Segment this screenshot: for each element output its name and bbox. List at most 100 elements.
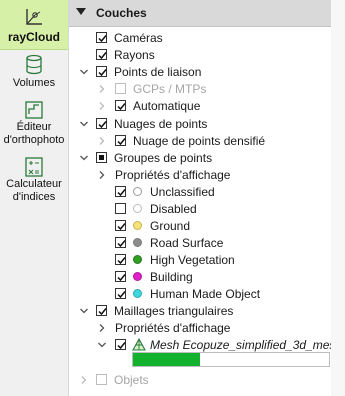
tree-item-label: Human Made Object <box>150 287 261 301</box>
checkbox-building[interactable] <box>115 271 126 282</box>
checkbox-automatic[interactable] <box>115 100 126 111</box>
tree-item-triangle-meshes[interactable]: Maillages triangulaires <box>69 303 331 320</box>
ortho-editor-label-line1: Éditeur <box>16 121 52 133</box>
partial-check-icon <box>99 155 104 160</box>
chevron-right-icon[interactable] <box>97 84 107 94</box>
tree-item-label: Disabled <box>150 202 197 216</box>
volumes-button[interactable]: Volumes <box>0 53 68 95</box>
check-icon <box>117 274 126 282</box>
mesh-icon <box>132 338 146 351</box>
checkbox-road-surface[interactable] <box>115 237 126 248</box>
check-icon <box>117 189 126 197</box>
tree-item-densified-cloud[interactable]: Nuage de points densifié <box>69 133 331 150</box>
color-swatch-unclassified <box>133 187 142 196</box>
checkbox-unclassified[interactable] <box>115 186 126 197</box>
chevron-right-icon[interactable] <box>97 323 107 333</box>
tree-item-label: Points de liaison <box>114 65 202 79</box>
checkbox-high-vegetation[interactable] <box>115 254 126 265</box>
checkbox-rays[interactable] <box>96 49 107 60</box>
tree-item-label: Groupes de points <box>114 151 213 165</box>
tree-item-label: Automatique <box>133 99 201 113</box>
chevron-right-icon[interactable] <box>97 101 107 111</box>
tree-item-label: Road Surface <box>150 236 224 250</box>
checkbox-point-clouds[interactable] <box>96 118 107 129</box>
tree-item-rays[interactable]: Rayons <box>69 47 331 64</box>
chevron-right-icon[interactable] <box>97 136 107 146</box>
volumes-icon <box>26 54 42 75</box>
layers-panel-header[interactable]: Couches <box>69 0 331 27</box>
checkbox-triangle-meshes[interactable] <box>96 305 107 316</box>
tree-item-point-groups[interactable]: Groupes de points <box>69 150 331 167</box>
tree-item-label: Building <box>150 270 193 284</box>
checkbox-densified-cloud[interactable] <box>115 135 126 146</box>
tree-item-label: Objets <box>114 373 149 387</box>
mesh-loading-progress-bar <box>132 352 330 367</box>
chevron-down-icon[interactable] <box>79 306 89 316</box>
tree-item-label: Propriétés d'affichage <box>115 321 231 335</box>
tree-item-label: Nuages de points <box>114 117 208 131</box>
color-swatch-high-vegetation <box>133 255 142 264</box>
raycloud-label: rayCloud <box>7 30 60 44</box>
raycloud-icon <box>26 9 42 25</box>
checkbox-mesh[interactable] <box>115 339 126 350</box>
tree-item-label: Caméras <box>114 31 163 45</box>
tree-item-disabled[interactable]: Disabled <box>69 201 331 218</box>
checkbox-human-made-object[interactable] <box>115 288 126 299</box>
checkbox-objects[interactable] <box>96 374 107 385</box>
raycloud-button[interactable]: rayCloud <box>0 0 68 50</box>
chevron-right-icon[interactable] <box>79 375 89 385</box>
ortho-editor-label-line2: d'orthophoto <box>3 134 65 146</box>
tree-item-label: Nuage de points densifié <box>133 134 266 148</box>
tree-item-building[interactable]: Building <box>69 269 331 286</box>
chevron-down-icon[interactable] <box>79 67 89 77</box>
tree-item-human-made-object[interactable]: Human Made Object <box>69 286 331 303</box>
tree-item-mesh-display-properties[interactable]: Propriétés d'affichage <box>69 320 331 337</box>
checkbox-tie-points[interactable] <box>96 66 107 77</box>
tree-item-automatic[interactable]: Automatique <box>69 98 331 115</box>
chevron-down-icon[interactable] <box>79 153 89 163</box>
panel-scrollbar[interactable] <box>331 0 345 396</box>
chevron-right-icon[interactable] <box>97 170 107 180</box>
color-swatch-human-made-object <box>133 289 142 298</box>
tree-item-label: Ground <box>150 219 191 233</box>
tree-item-label: Mesh Ecopuze_simplified_3d_mes <box>150 338 336 352</box>
tree-item-point-clouds[interactable]: Nuages de points <box>69 116 331 133</box>
check-icon <box>98 35 107 43</box>
color-swatch-ground <box>133 221 142 230</box>
tree-item-unclassified[interactable]: Unclassified <box>69 184 331 201</box>
ortho-editor-button[interactable]: Éditeur d'orthophoto <box>0 99 68 153</box>
tree-item-objects[interactable]: Objets <box>69 372 331 389</box>
check-icon <box>117 257 126 265</box>
tree-item-label: High Vegetation <box>150 253 235 267</box>
check-icon <box>98 69 107 77</box>
layers-panel: Couches Caméras Rayons Points de liaison <box>69 0 335 396</box>
tree-item-tie-points[interactable]: Points de liaison <box>69 64 331 81</box>
tree-item-gcps-mtps[interactable]: GCPs / MTPs <box>69 81 331 98</box>
chevron-down-icon[interactable] <box>97 340 107 350</box>
tree-item-ground[interactable]: Ground <box>69 218 331 235</box>
tree-item-road-surface[interactable]: Road Surface <box>69 235 331 252</box>
tree-item-high-vegetation[interactable]: High Vegetation <box>69 252 331 269</box>
color-swatch-disabled <box>133 204 142 213</box>
collapse-arrow-icon[interactable] <box>76 8 86 16</box>
checkbox-point-groups-partial[interactable] <box>96 152 107 163</box>
index-calculator-button[interactable]: Calculateur d'indices <box>0 156 68 212</box>
checkbox-ground[interactable] <box>115 220 126 231</box>
index-calculator-label-line2: d'indices <box>12 191 56 203</box>
tree-item-label: Maillages triangulaires <box>114 304 234 318</box>
check-icon <box>117 240 126 248</box>
check-icon <box>117 223 126 231</box>
color-swatch-building <box>133 272 142 281</box>
checkbox-cameras[interactable] <box>96 32 107 43</box>
tree-item-display-properties[interactable]: Propriétés d'affichage <box>69 167 331 184</box>
check-icon <box>98 52 107 60</box>
tree-item-label: GCPs / MTPs <box>133 82 207 96</box>
checkbox-gcps-mtps[interactable] <box>115 83 126 94</box>
tree-item-label: Rayons <box>114 48 155 62</box>
tree-item-cameras[interactable]: Caméras <box>69 30 331 47</box>
ortho-editor-icon <box>25 101 43 119</box>
tree-item-label: Propriétés d'affichage <box>115 168 231 182</box>
check-icon <box>117 342 126 350</box>
chevron-down-icon[interactable] <box>79 119 89 129</box>
checkbox-disabled[interactable] <box>115 203 126 214</box>
